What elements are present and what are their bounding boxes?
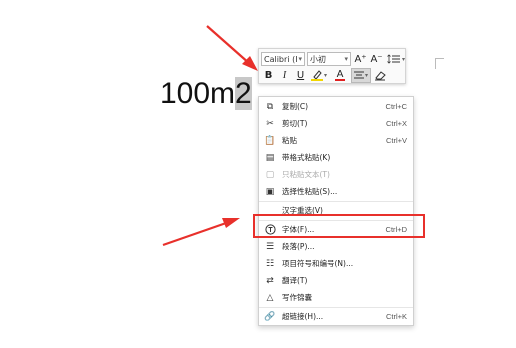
arrow-top: [206, 25, 258, 71]
annotation-arrows: [162, 25, 258, 247]
arrow-bottom: [162, 218, 240, 247]
